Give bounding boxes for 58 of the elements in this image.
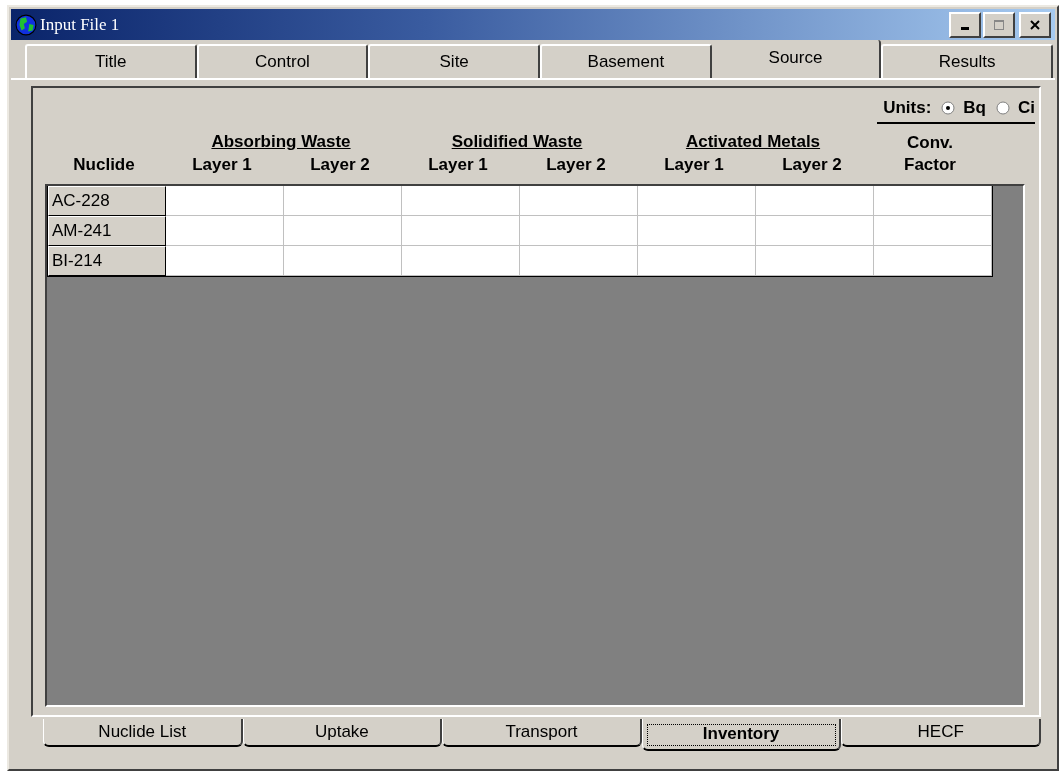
radio-option[interactable]: Bq: [941, 98, 986, 118]
radio-option[interactable]: Ci: [996, 98, 1035, 118]
grid-cell[interactable]: [756, 246, 874, 276]
grid-cell[interactable]: [520, 186, 638, 216]
grid-cell[interactable]: [520, 216, 638, 246]
tab[interactable]: Nuclide List: [43, 719, 243, 747]
tab[interactable]: Basement: [540, 44, 712, 78]
grid-cell[interactable]: [638, 246, 756, 276]
column-header: Layer 1: [663, 154, 725, 176]
grid-cell[interactable]: [284, 216, 402, 246]
minimize-icon: [961, 27, 969, 30]
tab[interactable]: Site: [368, 44, 540, 78]
tab[interactable]: Transport: [442, 719, 642, 747]
window-title: Input File 1: [40, 14, 121, 35]
tab[interactable]: Control: [196, 44, 369, 78]
grid-cell[interactable]: [402, 216, 520, 246]
grid-cell[interactable]: [402, 186, 520, 216]
close-icon: [1029, 18, 1041, 31]
column-header: Layer 2: [545, 154, 607, 176]
grid-cell[interactable]: [756, 186, 874, 216]
grid-cell[interactable]: [284, 246, 402, 276]
column-header: Layer 1: [427, 154, 489, 176]
column-header: Layer 1: [191, 154, 253, 176]
row-header: BI-214: [48, 246, 166, 276]
row-header: AM-241: [48, 216, 166, 246]
grid-cell[interactable]: [874, 186, 992, 216]
radio-button-icon[interactable]: [941, 101, 956, 115]
column-header: Layer 2: [781, 154, 843, 176]
units-label: Units:: [883, 98, 932, 118]
grid-cell[interactable]: [756, 216, 874, 246]
column-group-header: Solidified Waste: [450, 132, 584, 152]
column-group-header: Absorbing Waste: [210, 132, 352, 152]
column-header: Conv. Factor: [903, 132, 957, 176]
tab[interactable]: Results: [881, 44, 1054, 78]
minimize-button[interactable]: [949, 11, 981, 38]
globe-icon: [15, 13, 37, 36]
column-group-header: Activated Metals: [684, 132, 822, 152]
maximize-icon: [993, 18, 1005, 31]
grid-cell[interactable]: [284, 186, 402, 216]
grid-cell[interactable]: [166, 246, 284, 276]
grid-cell[interactable]: [874, 246, 992, 276]
close-button[interactable]: [1019, 11, 1051, 38]
radio-button-icon[interactable]: [996, 101, 1010, 115]
grid-cell[interactable]: [874, 216, 992, 246]
tab[interactable]: HECF: [841, 719, 1041, 747]
tab[interactable]: Uptake: [242, 719, 443, 747]
grid-cell[interactable]: [166, 216, 284, 246]
grid-cell[interactable]: [520, 246, 638, 276]
grid-cell[interactable]: [166, 186, 284, 216]
grid-cell[interactable]: [402, 246, 520, 276]
grid-cell[interactable]: [638, 186, 756, 216]
column-header: Nuclide: [72, 154, 136, 176]
grid-cell[interactable]: [638, 216, 756, 246]
column-header: Layer 2: [309, 154, 371, 176]
tab[interactable]: Inventory: [641, 719, 842, 751]
maximize-button[interactable]: [983, 11, 1015, 38]
row-header: AC-228: [48, 186, 166, 216]
tab[interactable]: Title: [25, 44, 197, 78]
